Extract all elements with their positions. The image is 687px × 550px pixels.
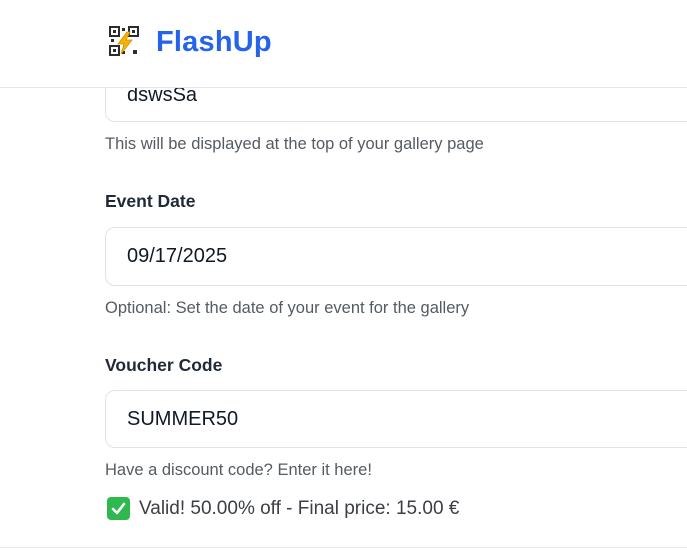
voucher-code-helper: Have a discount code? Enter it here!: [105, 461, 372, 479]
event-date-value: 09/17/2025: [127, 245, 228, 267]
app-header: FlashUp: [0, 0, 687, 88]
event-date-label: Event Date: [105, 191, 196, 211]
brand-name[interactable]: FlashUp: [156, 26, 272, 59]
qr-lightning-icon[interactable]: [109, 26, 141, 58]
voucher-code-label: Voucher Code: [105, 355, 223, 375]
section-divider: [0, 547, 687, 548]
check-mark-icon: [107, 497, 130, 520]
voucher-status-text: Valid! 50.00% off - Final price: 15.00 €: [139, 497, 460, 519]
event-date-helper: Optional: Set the date of your event for…: [105, 299, 470, 317]
gallery-title-helper: This will be displayed at the top of you…: [105, 135, 484, 153]
voucher-code-value: SUMMER50: [127, 407, 239, 430]
voucher-code-input[interactable]: SUMMER50: [105, 390, 687, 448]
event-date-input[interactable]: 09/17/2025: [105, 227, 687, 286]
voucher-status: Valid! 50.00% off - Final price: 15.00 €: [107, 497, 459, 520]
